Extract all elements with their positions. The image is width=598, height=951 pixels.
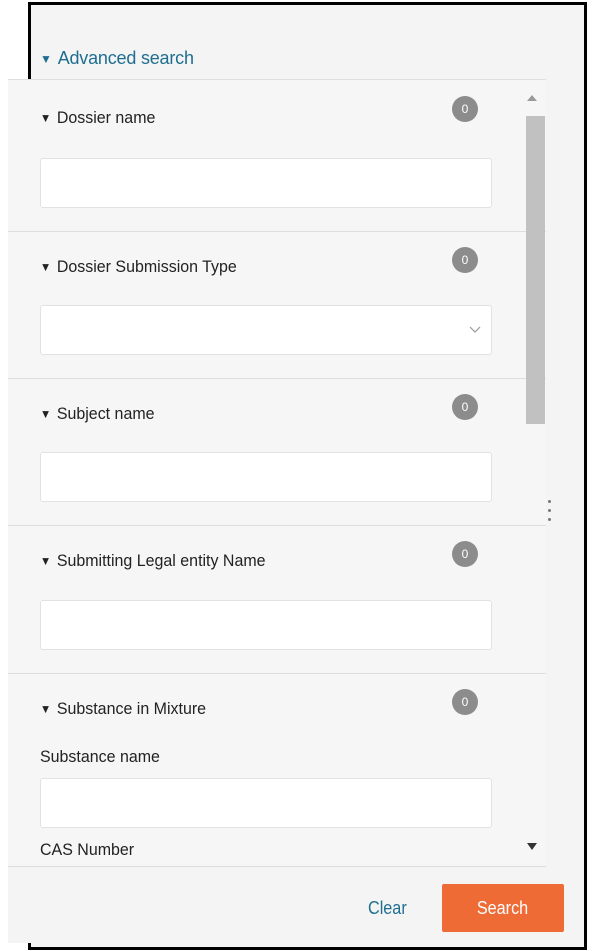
submitting-legal-entity-name-field[interactable]	[41, 601, 491, 649]
section-title-substance-in-mixture[interactable]: ▼ Substance in Mixture	[40, 699, 206, 719]
scrollbar-thumb[interactable]	[526, 116, 545, 424]
triangle-down-icon: ▼	[40, 260, 52, 274]
triangle-down-icon: ▼	[40, 111, 52, 125]
section-title-dossier-submission-type[interactable]: ▼ Dossier Submission Type	[40, 257, 237, 277]
clear-button[interactable]: Clear	[368, 898, 407, 919]
filter-list: ▼ Dossier name 0 ▼ Dossier Submission Type…	[8, 79, 546, 867]
scroll-down-arrow[interactable]	[527, 843, 537, 850]
resize-grip-icon[interactable]	[548, 500, 551, 530]
count-badge: 0	[452, 689, 478, 715]
advanced-search-label: Advanced search	[57, 48, 194, 68]
substance-name-field[interactable]	[41, 779, 491, 827]
cas-number-label: CAS Number	[40, 840, 135, 859]
section-title-dossier-name[interactable]: ▼ Dossier name	[40, 108, 155, 128]
subject-name-field[interactable]	[41, 453, 491, 501]
count-badge: 0	[452, 394, 478, 420]
substance-name-input[interactable]	[40, 778, 492, 828]
triangle-down-icon: ▼	[40, 702, 52, 716]
section-title-submitting-legal-entity-name[interactable]: ▼ Submitting Legal entity Name	[40, 551, 266, 571]
advanced-search-toggle[interactable]: ▼ Advanced search	[40, 48, 194, 69]
section-dossier-submission-type: ▼ Dossier Submission Type 0	[8, 231, 546, 379]
dossier-submission-type-select[interactable]	[40, 305, 492, 355]
submitting-legal-entity-name-input[interactable]	[40, 600, 492, 650]
count-badge: 0	[452, 96, 478, 122]
scroll-up-arrow[interactable]	[527, 95, 537, 101]
section-subject-name: ▼ Subject name 0	[8, 378, 546, 526]
section-title-subject-name[interactable]: ▼ Subject name	[40, 404, 155, 424]
section-dossier-name: ▼ Dossier name 0	[8, 80, 546, 232]
count-badge: 0	[452, 541, 478, 567]
triangle-down-icon: ▼	[40, 554, 52, 568]
chevron-down-icon	[469, 326, 481, 333]
triangle-down-icon: ▼	[40, 407, 52, 421]
substance-name-label: Substance name	[40, 747, 160, 766]
section-submitting-legal-entity-name: ▼ Submitting Legal entity Name 0	[8, 525, 546, 674]
dossier-name-field[interactable]	[41, 159, 491, 207]
count-badge: 0	[452, 247, 478, 273]
subject-name-input[interactable]	[40, 452, 492, 502]
section-substance-in-mixture: ▼ Substance in Mixture 0 Substance name C…	[8, 673, 546, 867]
triangle-down-icon: ▼	[40, 52, 52, 66]
dossier-name-input[interactable]	[40, 158, 492, 208]
search-button[interactable]: Search	[442, 884, 564, 932]
